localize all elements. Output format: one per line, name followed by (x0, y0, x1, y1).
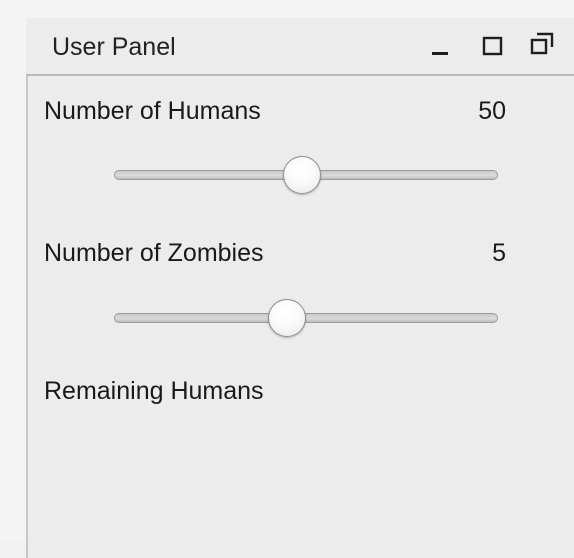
zombies-slider-track[interactable] (114, 313, 498, 323)
panel-title: User Panel (52, 33, 176, 61)
humans-value: 50 (478, 97, 506, 125)
zombies-label: Number of Zombies (44, 239, 264, 267)
humans-slider[interactable] (114, 155, 498, 195)
restore-icon (530, 32, 554, 55)
zombies-slider-thumb[interactable] (267, 299, 306, 337)
humans-label: Number of Humans (44, 97, 261, 125)
zombies-value: 5 (492, 239, 506, 267)
maximize-icon (482, 36, 503, 56)
restore-button[interactable] (530, 30, 556, 60)
remaining-humans-label: Remaining Humans (44, 377, 264, 405)
humans-slider-thumb[interactable] (283, 156, 322, 194)
zombies-slider[interactable] (114, 298, 498, 338)
minimize-icon (432, 52, 448, 55)
maximize-button[interactable] (481, 30, 507, 60)
minimize-button[interactable] (428, 30, 454, 60)
panel-content: Number of Humans 50 Number of Zombies 5 … (28, 76, 574, 540)
